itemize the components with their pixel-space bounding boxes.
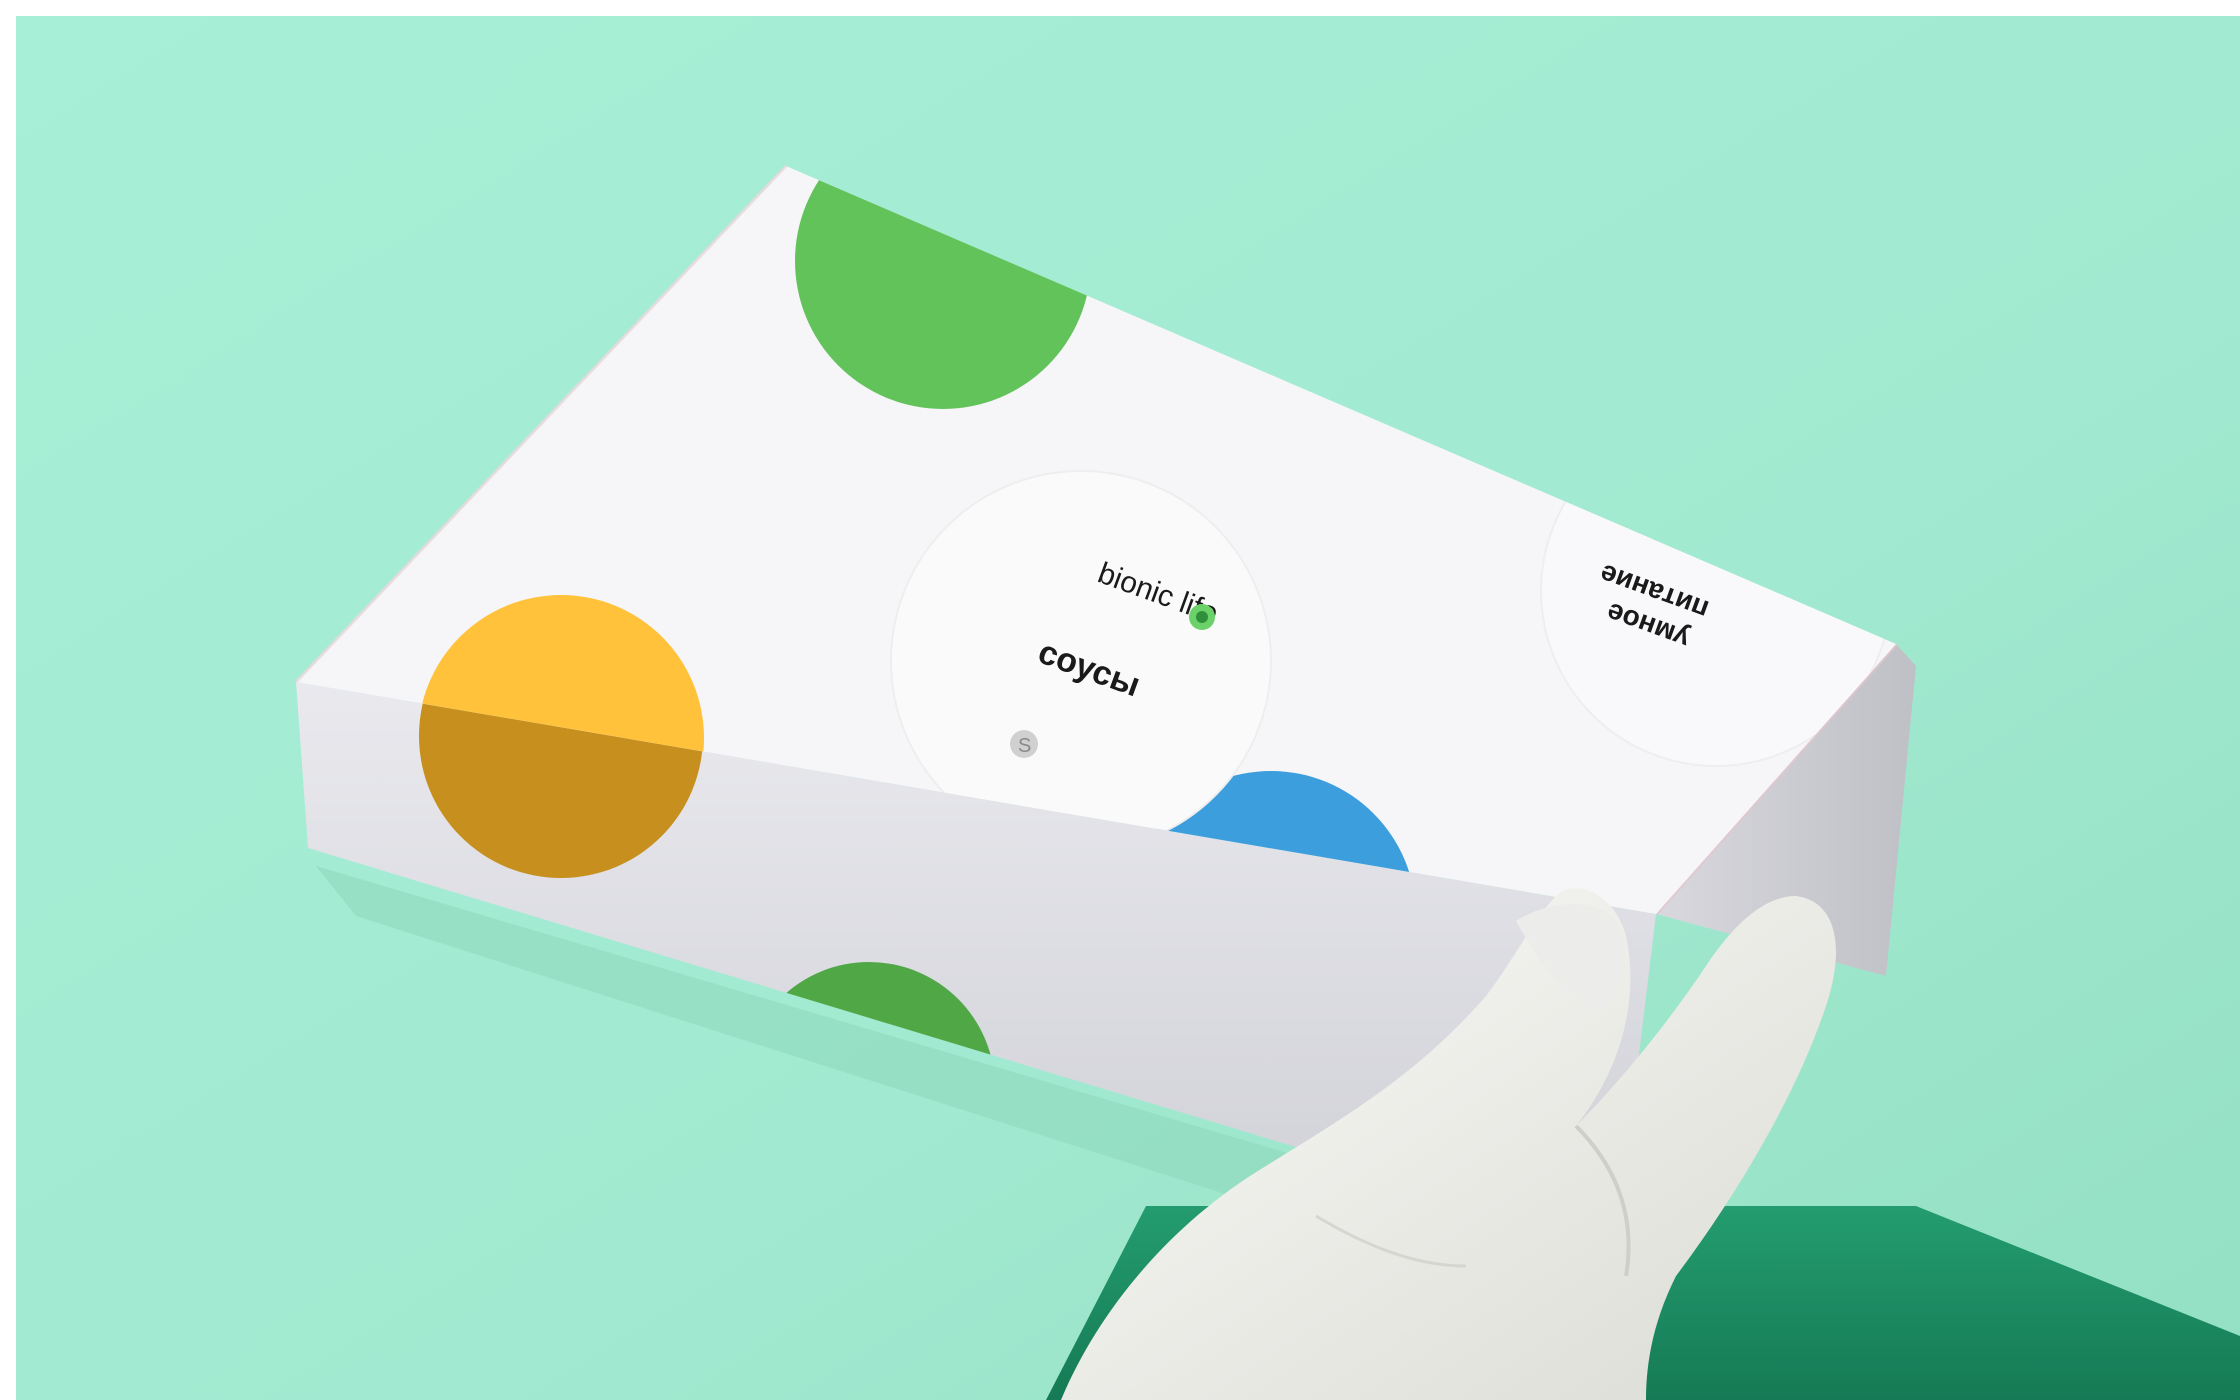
- product-photo: bionic life соусы S умное питание: [16, 16, 2240, 1400]
- image-frame: bionic life соусы S умное питание: [0, 0, 2240, 1400]
- svg-text:S: S: [1018, 735, 1031, 757]
